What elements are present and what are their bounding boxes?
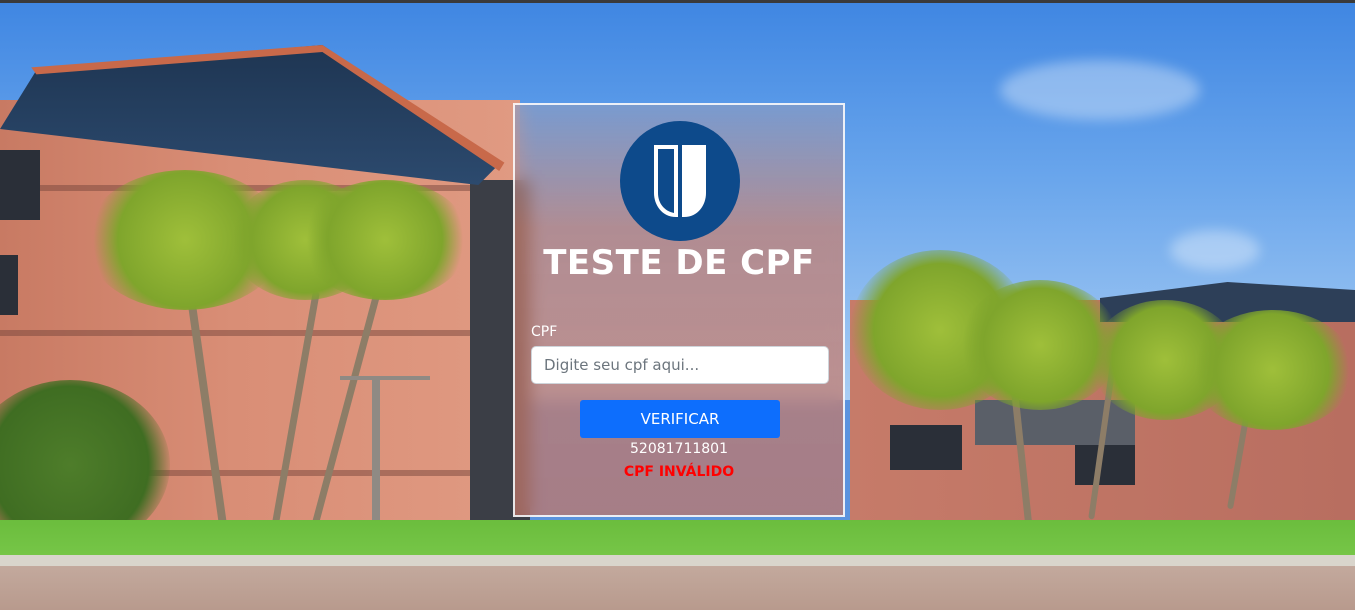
cloud [1170,230,1260,270]
pavement [0,566,1355,610]
top-bar [0,0,1355,3]
page-title: TESTE DE CPF [543,243,815,283]
status-message: CPF INVÁLIDO [623,464,735,480]
page: TESTE DE CPF CPF VERIFICAR 52081711801 C… [0,0,1355,610]
cpf-input[interactable] [531,346,829,384]
cpf-card: TESTE DE CPF CPF VERIFICAR 52081711801 C… [513,103,845,517]
cloud [1000,60,1200,120]
cpf-label: CPF [531,324,558,340]
university-u-logo-icon [620,121,740,241]
verify-button[interactable]: VERIFICAR [580,400,780,438]
result-cpf: 52081711801 [630,441,728,457]
